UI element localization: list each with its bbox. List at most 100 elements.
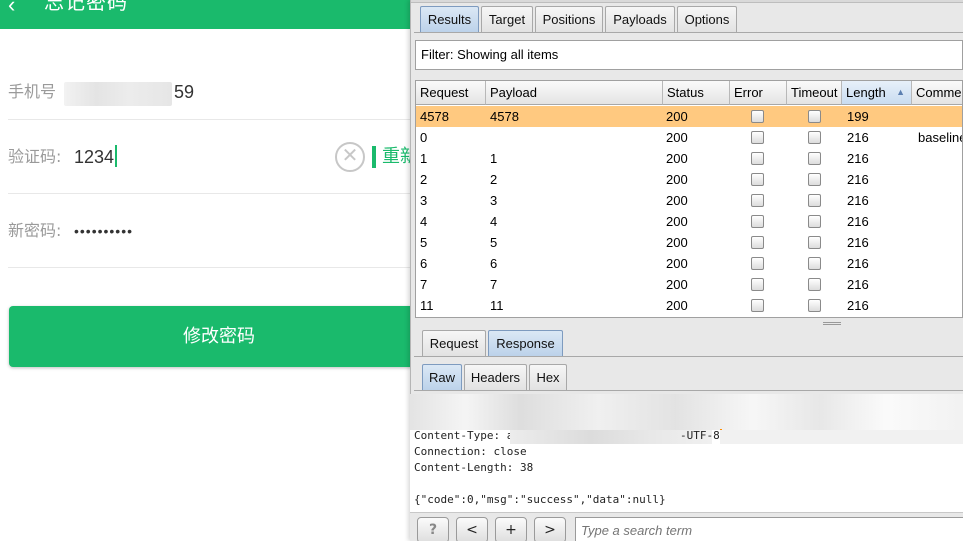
tab-options[interactable]: Options — [677, 6, 737, 32]
previous-match-button[interactable]: < — [456, 517, 488, 541]
cell-payload: 1 — [490, 151, 498, 166]
error-checkbox — [751, 278, 764, 291]
tab-request[interactable]: Request — [422, 330, 486, 356]
raw-content-type-end: -UTF-8 — [680, 429, 720, 442]
table-row[interactable]: 5 5 200 216 — [416, 232, 962, 253]
help-button[interactable]: ? — [417, 517, 449, 541]
cell-request: 11 — [420, 298, 434, 313]
cell-request: 4 — [420, 214, 428, 229]
cell-status: 200 — [666, 235, 688, 250]
main-tabbar-divider — [414, 32, 963, 33]
column-header-status[interactable]: Status — [663, 81, 730, 105]
close-circle-icon[interactable]: ✕ — [335, 142, 365, 172]
back-icon[interactable]: ‹ — [8, 0, 28, 20]
column-header-length[interactable]: Length ▲ — [842, 81, 912, 105]
mobile-app: ‹ 忘记密码 手机号 59 验证码: 1234 ✕ 重新 新密码: ••••••… — [0, 0, 429, 541]
code-input[interactable]: 1234 — [74, 120, 118, 194]
cell-payload: 7 — [490, 277, 498, 292]
cell-request: 0 — [420, 130, 428, 145]
search-bar: ? < + > — [410, 512, 963, 541]
timeout-checkbox — [808, 110, 821, 123]
cell-request: 2 — [420, 172, 428, 187]
table-row[interactable]: 6 6 200 216 — [416, 253, 962, 274]
sort-ascending-icon: ▲ — [896, 87, 905, 97]
filter-bar[interactable]: Filter: Showing all items — [415, 40, 963, 70]
tab-response[interactable]: Response — [488, 330, 563, 356]
search-input[interactable] — [575, 517, 963, 541]
table-row[interactable]: 3 3 200 216 — [416, 190, 962, 211]
column-header-length-label: Length — [846, 85, 886, 100]
cell-status: 200 — [666, 256, 688, 271]
tab-payloads[interactable]: Payloads — [605, 6, 675, 32]
table-row[interactable]: 7 7 200 216 — [416, 274, 962, 295]
raw-line-connection: Connection: close — [414, 445, 527, 458]
code-input-value: 1234 — [74, 147, 115, 167]
cell-payload: 11 — [490, 298, 504, 313]
change-password-button[interactable]: 修改密码 — [9, 306, 429, 367]
raw-response-editor[interactable]: Content-Type: appli -UTF-8 Connection: c… — [410, 394, 963, 512]
tab-positions[interactable]: Positions — [535, 6, 603, 32]
message-tabbar-divider — [414, 356, 963, 357]
phone-number-redaction — [64, 82, 172, 106]
timeout-checkbox — [808, 173, 821, 186]
column-header-comment[interactable]: Comment — [912, 81, 962, 105]
cell-status: 200 — [666, 193, 688, 208]
next-match-button[interactable]: > — [534, 517, 566, 541]
redaction-mask — [410, 394, 963, 430]
cell-payload: 3 — [490, 193, 498, 208]
table-row[interactable]: 4578 4578 200 199 — [416, 106, 962, 127]
cell-status: 200 — [666, 130, 688, 145]
error-checkbox — [751, 194, 764, 207]
table-row[interactable]: 11 11 200 216 — [416, 295, 962, 316]
new-password-input[interactable]: •••••••••• — [74, 194, 133, 268]
cell-payload: 5 — [490, 235, 498, 250]
cell-request: 5 — [420, 235, 428, 250]
cell-status: 200 — [666, 109, 688, 124]
tab-headers[interactable]: Headers — [464, 364, 527, 390]
cell-length: 216 — [847, 172, 869, 187]
cell-status: 200 — [666, 298, 688, 313]
timeout-checkbox — [808, 278, 821, 291]
text-caret — [115, 145, 118, 167]
cell-status: 200 — [666, 214, 688, 229]
column-header-request[interactable]: Request — [416, 81, 486, 105]
add-button[interactable]: + — [495, 517, 527, 541]
phone-number-suffix: 59 — [174, 82, 195, 102]
error-checkbox — [751, 236, 764, 249]
cell-payload: 6 — [490, 256, 498, 271]
error-checkbox — [751, 152, 764, 165]
pane-splitter-handle[interactable] — [823, 322, 841, 325]
tab-raw[interactable]: Raw — [422, 364, 462, 390]
error-checkbox — [751, 131, 764, 144]
tab-hex[interactable]: Hex — [529, 364, 567, 390]
timeout-checkbox — [808, 215, 821, 228]
column-header-error[interactable]: Error — [730, 81, 787, 105]
raw-line-content-length: Content-Length: 38 — [414, 461, 534, 474]
cell-length: 216 — [847, 298, 869, 313]
cell-status: 200 — [666, 277, 688, 292]
column-header-payload[interactable]: Payload — [486, 81, 663, 105]
error-checkbox — [751, 299, 764, 312]
new-password-label: 新密码: — [8, 221, 62, 240]
table-row[interactable]: 1 1 200 216 — [416, 148, 962, 169]
timeout-checkbox — [808, 299, 821, 312]
cell-length: 199 — [847, 109, 869, 124]
table-row[interactable]: 2 2 200 216 — [416, 169, 962, 190]
window-top-border — [411, 0, 963, 3]
table-row[interactable]: 4 4 200 216 — [416, 211, 962, 232]
cell-length: 216 — [847, 256, 869, 271]
error-checkbox — [751, 173, 764, 186]
tab-results[interactable]: Results — [420, 6, 479, 32]
cell-request: 4578 — [420, 109, 449, 124]
tab-target[interactable]: Target — [481, 6, 533, 32]
cell-length: 216 — [847, 193, 869, 208]
cell-request: 7 — [420, 277, 428, 292]
timeout-checkbox — [808, 257, 821, 270]
column-header-timeout[interactable]: Timeout — [787, 81, 842, 105]
view-tabbar-divider — [414, 390, 963, 391]
page-title: 忘记密码 — [44, 0, 128, 14]
table-row[interactable]: 0 200 216 baseline — [416, 127, 962, 148]
timeout-checkbox — [808, 131, 821, 144]
cell-status: 200 — [666, 151, 688, 166]
code-label: 验证码: — [8, 147, 62, 166]
